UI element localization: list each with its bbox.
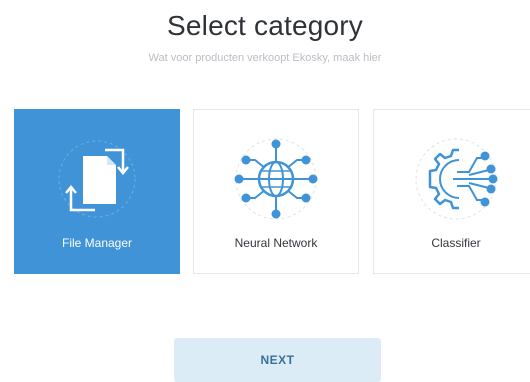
category-label: File Manager: [61, 236, 133, 250]
page-title: Select category: [167, 10, 363, 41]
category-label: Neural Network: [234, 236, 318, 250]
category-card-neural-network[interactable]: Neural Network: [193, 109, 359, 274]
neural-network-icon: [194, 134, 358, 224]
category-label: Classifier: [431, 236, 481, 250]
page-subtitle: Wat voor producten verkoopt Ekosky, maak…: [148, 52, 382, 64]
file-manager-icon: [15, 134, 179, 224]
category-card-classifier[interactable]: Classifier: [373, 109, 530, 274]
classifier-icon: [374, 134, 530, 224]
next-button[interactable]: NEXT: [174, 338, 381, 382]
category-card-file-manager[interactable]: File Manager: [14, 109, 180, 274]
